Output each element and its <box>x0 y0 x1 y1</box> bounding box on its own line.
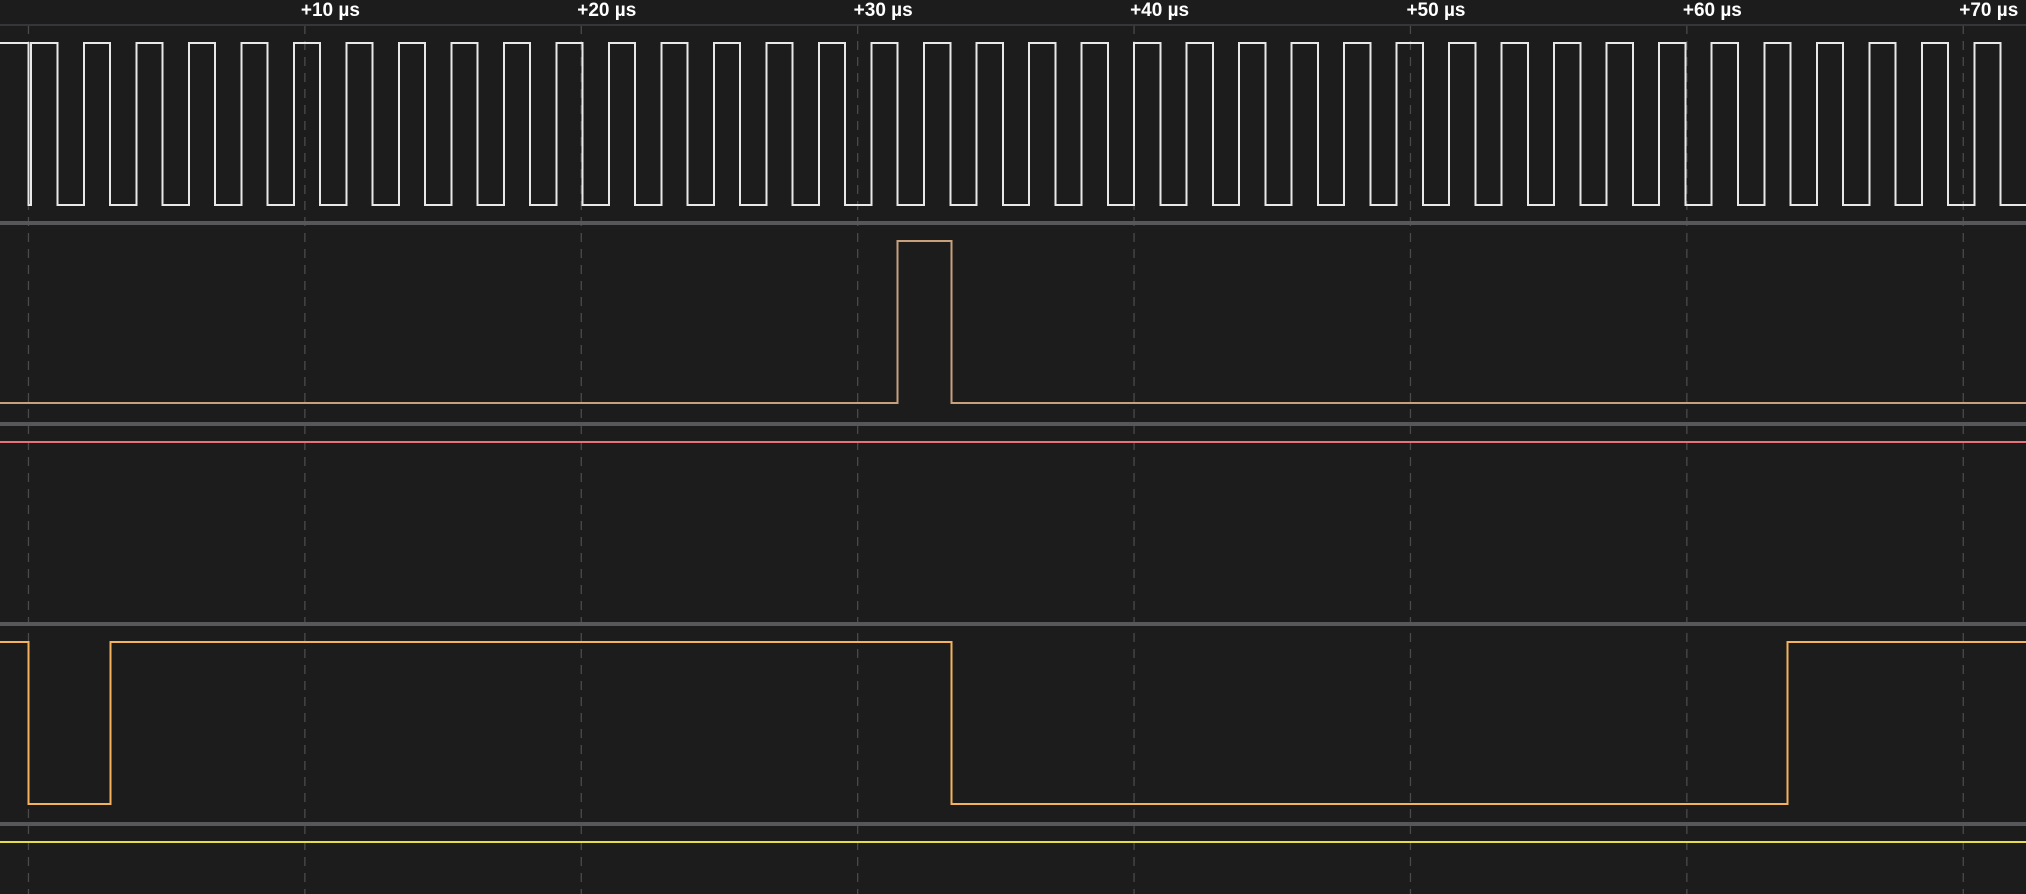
tick-label-5: +50 µs <box>1406 0 1465 21</box>
tick-label-7: +70 µs <box>1959 0 2018 21</box>
tick-label-2: +20 µs <box>577 0 636 21</box>
tick-label-4: +40 µs <box>1130 0 1189 21</box>
plot-background <box>0 0 2026 894</box>
tick-label-1: +10 µs <box>301 0 360 21</box>
logic-analyzer-plot[interactable]: +10 µs +20 µs +30 µs +40 µs +50 µs +60 µs +70 … <box>0 0 2026 894</box>
tick-label-6: +60 µs <box>1683 0 1742 21</box>
tick-label-3: +30 µs <box>854 0 913 21</box>
